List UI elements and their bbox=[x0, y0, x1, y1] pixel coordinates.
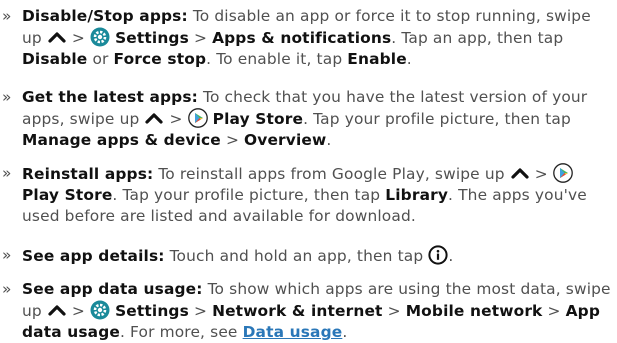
separator: > bbox=[193, 302, 208, 320]
body-text: . bbox=[326, 131, 332, 149]
body-text: Touch and hold an app, then tap bbox=[169, 247, 424, 265]
item-text: Disable/Stop apps: To disable an app or … bbox=[22, 6, 612, 70]
separator: > bbox=[193, 29, 208, 47]
body-text: . Tap an app, then tap bbox=[391, 29, 564, 47]
bullet-arrow: » bbox=[2, 164, 12, 182]
item-text: See app data usage: To show which apps a… bbox=[22, 279, 612, 343]
bold-term: Disable bbox=[22, 50, 88, 68]
chevron-up-icon bbox=[511, 168, 529, 179]
play-store-icon bbox=[553, 163, 573, 183]
separator: > bbox=[71, 302, 85, 320]
separator: > bbox=[534, 165, 548, 183]
bullet-arrow: » bbox=[2, 246, 12, 264]
body-text: . To enable it, tap bbox=[206, 50, 343, 68]
body-text: To reinstall apps from Google Play, swip… bbox=[158, 165, 505, 183]
item-heading: Disable/Stop apps: bbox=[22, 7, 188, 25]
list-item-see-app-details: » See app details: Touch and hold an app… bbox=[0, 245, 612, 267]
bold-term: Play Store bbox=[212, 110, 304, 128]
bold-term: Library bbox=[385, 186, 449, 204]
body-text: . bbox=[406, 50, 412, 68]
list-item-get-latest-apps: » Get the latest apps: To check that you… bbox=[0, 87, 612, 151]
item-heading: See app details: bbox=[22, 247, 165, 265]
bullet-arrow: » bbox=[2, 88, 12, 106]
body-text: . For more, see bbox=[119, 323, 238, 341]
settings-gear-icon bbox=[90, 27, 110, 47]
bullet-arrow: » bbox=[2, 280, 12, 298]
separator: > bbox=[225, 131, 239, 149]
bold-term: Play Store bbox=[22, 186, 113, 204]
bold-term: Network & internet bbox=[212, 302, 383, 320]
item-text: See app details: Touch and hold an app, … bbox=[22, 245, 612, 267]
bold-term: Overview bbox=[244, 131, 327, 149]
bold-term: Settings bbox=[115, 29, 189, 47]
bold-term: Force stop bbox=[113, 50, 207, 68]
item-heading: Reinstall apps: bbox=[22, 165, 154, 183]
body-text: . Tap your profile picture, then tap bbox=[303, 110, 571, 128]
separator: > bbox=[547, 302, 561, 320]
chevron-up-icon bbox=[48, 32, 66, 43]
body-text: . bbox=[448, 247, 454, 265]
body-text: . Tap your profile picture, then tap bbox=[112, 186, 381, 204]
separator: > bbox=[387, 302, 401, 320]
chevron-up-icon bbox=[145, 113, 164, 124]
bullet-arrow: » bbox=[2, 7, 12, 25]
document-page: » Disable/Stop apps: To disable an app o… bbox=[0, 0, 617, 342]
item-heading: Get the latest apps: bbox=[22, 88, 198, 106]
list-item-see-app-data-usage: » See app data usage: To show which apps… bbox=[0, 279, 612, 343]
separator: > bbox=[169, 110, 183, 128]
info-icon bbox=[428, 245, 448, 265]
bold-term: Enable bbox=[347, 50, 407, 68]
list-item-disable-stop-apps: » Disable/Stop apps: To disable an app o… bbox=[0, 6, 612, 70]
chevron-up-icon bbox=[48, 305, 66, 316]
body-text: or bbox=[92, 50, 109, 68]
bold-term: Mobile network bbox=[405, 302, 543, 320]
body-text: . bbox=[342, 323, 348, 341]
list-item-reinstall-apps: » Reinstall apps: To reinstall apps from… bbox=[0, 163, 612, 227]
item-text: Get the latest apps: To check that you h… bbox=[22, 87, 612, 151]
settings-gear-icon bbox=[90, 300, 110, 320]
item-text: Reinstall apps: To reinstall apps from G… bbox=[22, 163, 612, 227]
bold-term: Apps & notifications bbox=[212, 29, 392, 47]
data-usage-link[interactable]: Data usage bbox=[243, 323, 343, 341]
separator: > bbox=[71, 29, 85, 47]
item-heading: See app data usage: bbox=[22, 280, 203, 298]
bold-term: Settings bbox=[115, 302, 189, 320]
bold-term: Manage apps & device bbox=[22, 131, 221, 149]
play-store-icon bbox=[187, 108, 208, 128]
